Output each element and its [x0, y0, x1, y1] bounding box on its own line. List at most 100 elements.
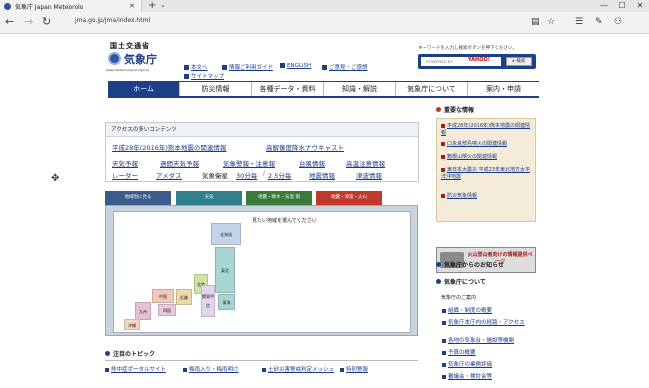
region-tohoku[interactable]: 東北 [215, 247, 235, 293]
url-field[interactable]: jma.go.jp/jma/index.html [75, 17, 150, 24]
arrow-icon [442, 350, 446, 355]
important-info-box: 平成28年(2016年)熊本地震の関連情報 口永良部島噴火の関連情報 箱根山噴火… [436, 118, 536, 222]
usage-guide-link[interactable]: 情報ご利用ガイド [222, 63, 273, 71]
nav-data[interactable]: 各種データ・資料 [251, 82, 323, 96]
earthquake-link[interactable]: 地震情報 [309, 170, 335, 180]
important-link-hakone[interactable]: 箱根山噴火の関連情報 [441, 154, 533, 161]
about-link-organization[interactable]: 組織・制度の概要 [442, 306, 492, 314]
map-instruction: 見たい地域を選んでください [252, 218, 317, 224]
about-link-budget[interactable]: 予算の概要 [442, 348, 476, 356]
site-logo[interactable]: 気象庁 [124, 51, 157, 67]
about-link-local-offices[interactable]: 各地の気象台・施設等機関 [442, 336, 514, 344]
about-link-evaluation[interactable]: 気象庁の業務評価 [442, 360, 492, 368]
important-link-disaster-info[interactable]: 防災気象情報 [441, 193, 533, 200]
favorite-icon[interactable]: ☆ [547, 17, 555, 27]
topic-heatstroke-link[interactable]: 熱中症ポータルサイト [105, 365, 166, 373]
topic-landslide-link[interactable]: 土砂災害警戒判定メッシュ [262, 365, 334, 373]
about-link-access[interactable]: 気象庁本庁内の経路・アクセス [442, 318, 525, 326]
back-icon[interactable]: ← [5, 16, 14, 28]
link-label: ENGLISH [287, 63, 312, 69]
favicon-icon [4, 2, 11, 10]
topic-label: 熱中症ポータルサイト [111, 367, 167, 373]
mail-icon [322, 65, 327, 70]
address-bar-row: ← → ↻ jma.go.jp/jma/index.html ▤ ☆ ☰ ✎ ⚇ [0, 12, 649, 34]
web-note-icon[interactable]: ✎ [595, 17, 603, 27]
search-provider-logo: YAHOO! [468, 57, 490, 63]
panel-title: アクセスの多いコンテンツ [106, 123, 418, 137]
tab-by-region[interactable]: 地域別に見る [105, 191, 171, 205]
arrow-icon [183, 367, 187, 372]
tab-precip-temp[interactable]: 地震・降水・気温 雨 [246, 191, 312, 205]
tsunami-link[interactable]: 津波情報 [356, 170, 382, 180]
important-link-tohoku-quake[interactable]: 東日本大震災 平成23年東北地方太平洋沖地震 [441, 167, 533, 180]
skip-to-content-link[interactable]: 本文へ [184, 63, 208, 71]
search-hint: キーワードを入力し検索ボタンを押下ください。 [418, 46, 517, 51]
hub-icon[interactable]: ☰ [575, 17, 583, 27]
nav-disaster-info[interactable]: 防災情報 [179, 82, 251, 96]
region-chugoku[interactable]: 中国 [152, 289, 174, 303]
news-heading[interactable]: 気象庁からのお知らせ [436, 260, 504, 269]
important-link-kuchinoerabu[interactable]: 口永良部島噴火の関連情報 [441, 141, 533, 148]
english-link[interactable]: ENGLISH [280, 63, 311, 69]
important-label: 防災気象情報 [447, 193, 478, 199]
share-icon[interactable]: ⚇ [614, 17, 622, 27]
region-kyushu[interactable]: 九州 [135, 302, 151, 320]
forward-icon[interactable]: → [24, 16, 33, 28]
nav-home[interactable]: ホーム [108, 82, 179, 96]
arrow-icon [442, 320, 446, 325]
reader-icon[interactable]: ▤ [531, 17, 540, 27]
nav-about[interactable]: 気象庁について [395, 82, 467, 96]
heat-alert-link[interactable]: 高温注意情報 [346, 158, 385, 168]
arrow-icon [441, 193, 445, 198]
about-label: 気象庁本庁内の経路・アクセス [448, 320, 525, 326]
minimize-button[interactable]: — [595, 0, 613, 12]
nav-knowledge[interactable]: 知識・解説 [323, 82, 395, 96]
important-info-title: 重要な情報 [444, 107, 475, 114]
amedas-link[interactable]: アメダス [156, 170, 182, 180]
nav-guidance[interactable]: 案内・申請 [467, 82, 539, 96]
arrow-icon [442, 338, 446, 343]
about-title: 気象庁について [444, 279, 486, 286]
important-link-kumamoto[interactable]: 平成28年(2016年)熊本地震の関連情報 [441, 123, 533, 136]
maximize-button[interactable]: ☐ [613, 0, 631, 12]
tab-quake-volcano[interactable]: 地震・津波・火山 [316, 191, 382, 205]
kumamoto-quake-link[interactable]: 平成28年(2016年)熊本地震の関連情報 [112, 142, 226, 152]
tab-list-icon[interactable]: ⌄ [160, 1, 166, 9]
search-box: YAHOO! ▸ 検索 [418, 54, 536, 69]
feedback-link[interactable]: ご意見・ご感想 [322, 63, 368, 71]
radar-link[interactable]: レーダー [112, 170, 138, 180]
sitemap-link[interactable]: サイトマップ [184, 72, 224, 80]
about-link-councils[interactable]: 審議会・検討会等 [442, 372, 492, 380]
region-shikoku[interactable]: 四国 [158, 304, 176, 316]
tab-weather[interactable]: 天気 [176, 191, 242, 205]
region-tokai[interactable]: 東海 [218, 294, 235, 310]
region-okinawa[interactable]: 沖縄 [124, 319, 140, 330]
warnings-link[interactable]: 気象警報・注意報 [223, 158, 275, 168]
new-tab-button[interactable]: + [148, 0, 156, 12]
link-label: サイトマップ [191, 74, 225, 80]
weekly-forecast-link[interactable]: 週間天気予報 [160, 158, 199, 168]
topic-label: 梅雨入り・梅雨明け [189, 367, 239, 373]
about-label: 審議会・検討会等 [448, 374, 493, 380]
jma-logo-icon[interactable] [108, 52, 121, 65]
window-close-button[interactable]: ✕ [631, 0, 649, 12]
refresh-icon[interactable]: ↻ [42, 16, 51, 28]
browser-tab[interactable]: 気象庁 Japan Meteorolo ✕ [0, 0, 142, 12]
search-button[interactable]: ▸ 検索 [506, 57, 532, 66]
region-kanto-koshin[interactable]: 関東甲信 [201, 285, 215, 317]
topic-rainy-season-link[interactable]: 梅雨入り・梅雨明け [183, 365, 239, 373]
typhoon-link[interactable]: 台風情報 [299, 158, 325, 168]
topic-label: 特別警報 [346, 367, 369, 373]
arrow-icon [184, 74, 189, 79]
arrow-icon [340, 367, 344, 372]
forecast-link[interactable]: 天気予報 [112, 158, 138, 168]
tab-close-icon[interactable]: ✕ [129, 2, 135, 10]
satellite-2-5min-link[interactable]: 2.5分毎 [268, 170, 291, 180]
topic-special-warning-link[interactable]: 特別警報 [340, 365, 368, 373]
region-hokkaido[interactable]: 北海道 [211, 223, 241, 245]
satellite-30min-link[interactable]: 30分毎 [236, 170, 257, 180]
link-label: ご意見・ご感想 [329, 65, 368, 71]
nowcast-link[interactable]: 高解像度降水ナウキャスト [266, 142, 344, 152]
about-heading[interactable]: 気象庁について [436, 277, 486, 286]
region-kinki[interactable]: 近畿 [176, 289, 192, 305]
